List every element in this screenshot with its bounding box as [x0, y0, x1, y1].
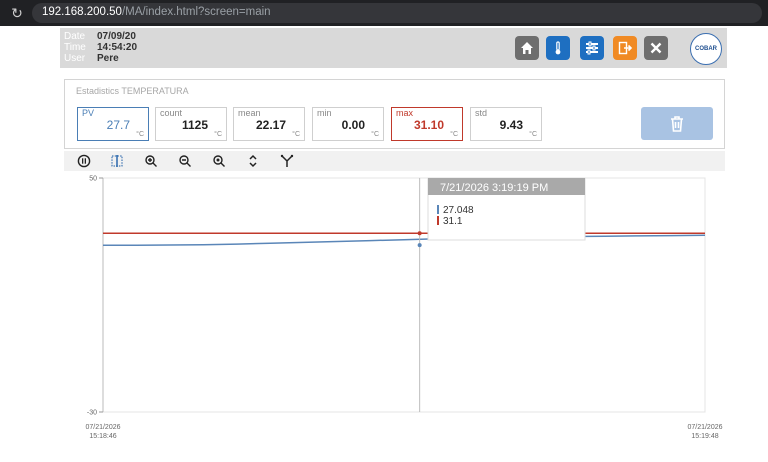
- stat-value: 9.43: [499, 118, 523, 132]
- stat-pv: PV 27.7 °C: [77, 107, 149, 141]
- tooltip: 7/21/2026 3:19:19 PM 27.048 31.1: [427, 177, 586, 241]
- url-host: 192.168.200.50: [42, 6, 122, 18]
- y-tick-label-top: 50: [89, 176, 97, 183]
- stat-label: max: [396, 108, 414, 118]
- zoom-out-button[interactable]: [177, 153, 193, 169]
- pause-icon: [77, 154, 91, 168]
- zoom-in-button[interactable]: [143, 153, 159, 169]
- date-row: Date 07/09/20: [64, 31, 136, 42]
- user-label: User: [64, 53, 86, 64]
- cursor-point-max: [417, 231, 422, 236]
- home-button[interactable]: [515, 36, 539, 60]
- x-start-date: 07/21/2026: [85, 424, 120, 431]
- stat-value: 31.10: [413, 118, 444, 132]
- stat-value: 27.7: [106, 118, 130, 132]
- date-value: 07/09/20: [97, 31, 136, 42]
- stat-unit: °C: [292, 131, 300, 138]
- logout-icon: [618, 41, 633, 55]
- stat-label: std: [475, 108, 488, 118]
- thermometer-button[interactable]: [546, 36, 570, 60]
- y-tick-label-bottom: -30: [87, 410, 97, 417]
- close-icon: [650, 42, 662, 54]
- temperature-chart[interactable]: 50 -30 07/21/2026 15:18:46 07/21/2026 15…: [0, 172, 768, 462]
- clear-stats-button[interactable]: [641, 107, 713, 140]
- logout-button[interactable]: [613, 36, 637, 60]
- company-logo: COBAR: [690, 33, 722, 65]
- expand-vertical-icon: [249, 154, 257, 168]
- stat-unit: °C: [371, 131, 379, 138]
- url-path: /MA/index.html?screen=main: [121, 6, 271, 18]
- tooltip-swatch-max: [437, 216, 439, 225]
- plot-area: [102, 177, 706, 413]
- stat-mean: mean 22.17 °C: [233, 107, 305, 141]
- sliders-icon: [586, 41, 598, 55]
- stats-panel: Estadistics TEMPERATURA PV 27.7 °C count…: [64, 79, 725, 149]
- merge-icon: [280, 154, 294, 167]
- logo-text: COBAR: [695, 46, 717, 52]
- stat-unit: °C: [450, 131, 458, 138]
- tooltip-value-pv: 27.048: [443, 205, 474, 216]
- reload-icon[interactable]: ↻: [9, 5, 25, 21]
- close-button[interactable]: [644, 36, 668, 60]
- stat-max: max 31.10 °C: [391, 107, 463, 141]
- expand-vertical-button[interactable]: [245, 153, 261, 169]
- stat-value: 1125: [181, 118, 208, 132]
- thermometer-icon: [555, 41, 561, 55]
- tooltip-swatch-pv: [437, 205, 439, 214]
- user-row: User Pere: [64, 53, 119, 64]
- cursor-point-pv: [417, 243, 422, 248]
- app-header: Date 07/09/20 Time 14:54:20 User Pere COBAR: [60, 28, 727, 68]
- stat-unit: °C: [136, 131, 144, 138]
- zoom-reset-icon: [213, 155, 225, 167]
- time-value: 14:54:20: [97, 42, 138, 53]
- stat-unit: °C: [529, 131, 537, 138]
- tooltip-title: 7/21/2026 3:19:19 PM: [440, 182, 548, 194]
- stat-label: min: [317, 108, 332, 118]
- date-label: Date: [64, 31, 86, 42]
- stat-label: PV: [82, 108, 95, 118]
- stat-unit: °C: [214, 131, 222, 138]
- stat-value: 22.17: [255, 118, 286, 132]
- x-start-time: 15:18:46: [89, 433, 116, 440]
- zoom-in-icon: [145, 155, 157, 167]
- settings-button[interactable]: [580, 36, 604, 60]
- trash-icon: [671, 115, 683, 132]
- stats-title: Estadistics TEMPERATURA: [76, 86, 189, 96]
- merge-button[interactable]: [279, 153, 295, 169]
- chart-toolbar: [64, 151, 725, 171]
- stat-count: count 1125 °C: [155, 107, 227, 141]
- address-bar[interactable]: 192.168.200.50/MA/index.html?screen=main: [32, 3, 762, 23]
- stat-std: std 9.43 °C: [470, 107, 542, 141]
- pause-button[interactable]: [76, 153, 92, 169]
- select-range-icon: [111, 155, 123, 167]
- tooltip-value-max: 31.1: [443, 216, 463, 227]
- time-row: Time 14:54:20: [64, 42, 137, 53]
- stat-value: 0.00: [341, 118, 365, 132]
- select-range-button[interactable]: [109, 153, 125, 169]
- zoom-out-icon: [179, 155, 191, 167]
- stat-min: min 0.00 °C: [312, 107, 384, 141]
- browser-bar: ↻ 192.168.200.50/MA/index.html?screen=ma…: [0, 0, 768, 26]
- stat-label: count: [160, 108, 183, 118]
- stat-label: mean: [238, 108, 261, 118]
- x-end-date: 07/21/2026: [687, 424, 722, 431]
- time-label: Time: [64, 42, 86, 53]
- zoom-reset-button[interactable]: [211, 153, 227, 169]
- url-text: 192.168.200.50/MA/index.html?screen=main: [42, 6, 271, 18]
- user-value: Pere: [97, 53, 119, 64]
- home-icon: [521, 42, 533, 54]
- x-end-time: 15:19:48: [691, 433, 718, 440]
